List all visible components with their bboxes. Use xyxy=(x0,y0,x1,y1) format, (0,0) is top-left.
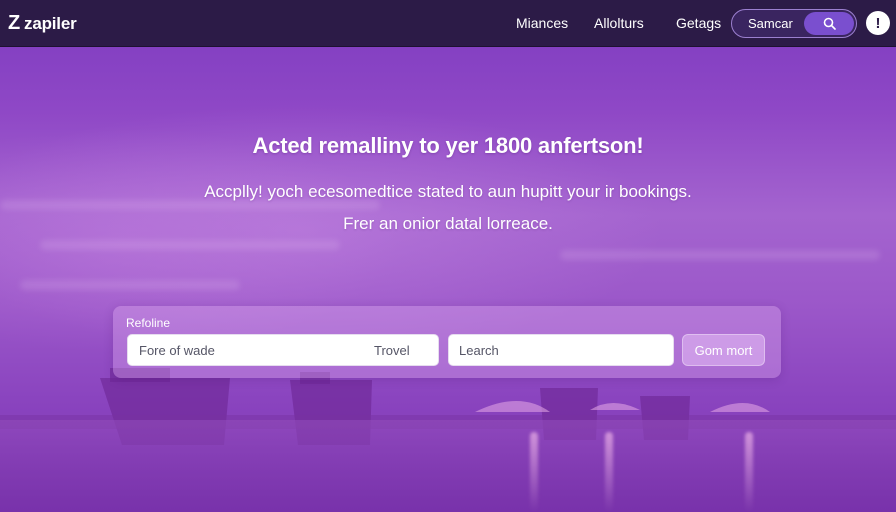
destination-value: Fore of wade xyxy=(139,343,215,358)
nav-search-label: Samcar xyxy=(748,16,793,31)
submit-button[interactable]: Gom mort xyxy=(682,334,765,366)
nav-link-getags[interactable]: Getags xyxy=(676,15,721,31)
water xyxy=(0,420,896,512)
cloud-streak xyxy=(20,280,240,290)
nav-search[interactable]: Samcar xyxy=(731,9,857,38)
logo-mark: Z xyxy=(8,12,21,34)
destination-field[interactable]: Fore of wade Trovel xyxy=(127,334,439,366)
logo-text: zapiler xyxy=(24,14,77,33)
search-field[interactable]: Learch xyxy=(448,334,674,366)
hero-title: Acted remalliny to yer 1800 anfertson! xyxy=(252,133,644,158)
cloud-streak xyxy=(560,250,880,260)
zapier-logo[interactable]: Z zapiler xyxy=(8,12,77,35)
search-field-value: Learch xyxy=(459,343,499,358)
nav-link-miances[interactable]: Miances xyxy=(516,15,568,31)
hero-subtitle-line-2: Frer an onior datal lorreace. xyxy=(343,214,553,233)
light-reflection xyxy=(745,432,753,512)
search-icon xyxy=(823,17,836,30)
alert-glyph: ! xyxy=(875,14,881,32)
exclamation-icon[interactable]: ! xyxy=(866,11,890,35)
travel-type-value: Trovel xyxy=(374,343,410,358)
cloud-streak xyxy=(40,240,340,250)
hero-subtitle-line-1: Accplly! yoch ecesomedtice stated to aun… xyxy=(204,182,692,201)
search-panel: Refoline Fore of wade Trovel Learch Gom … xyxy=(113,306,781,378)
nav-search-button[interactable] xyxy=(804,12,854,35)
nav-link-allolturs[interactable]: Allolturs xyxy=(594,15,644,31)
light-reflection xyxy=(605,432,613,512)
light-reflection xyxy=(530,432,538,512)
search-panel-label: Refoline xyxy=(126,316,171,330)
top-navbar: Z zapiler Miances Allolturs Getags Samca… xyxy=(0,0,896,47)
